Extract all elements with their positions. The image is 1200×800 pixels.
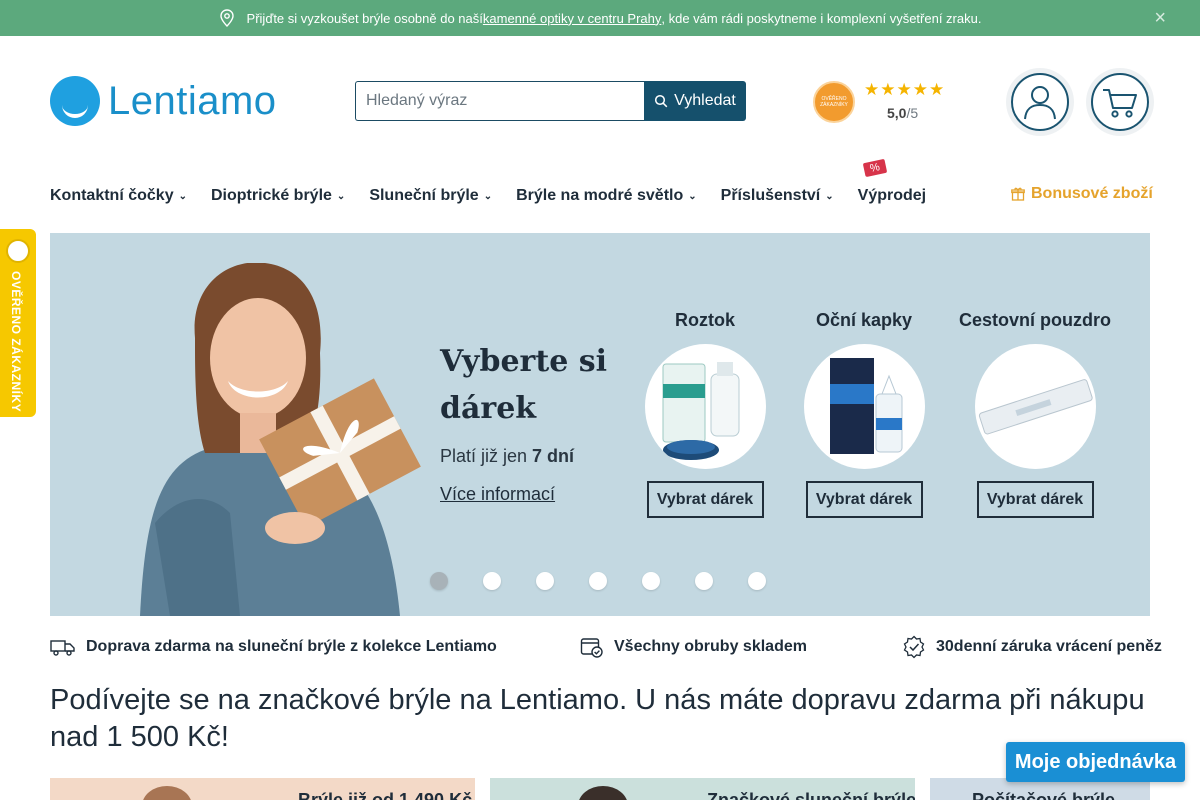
heureka-icon	[6, 239, 30, 263]
benefit-text: 30denní záruka vrácení peněz	[936, 638, 1162, 655]
hero-banner: Vyberte si dárek Platí již jen 7 dní Víc…	[50, 233, 1150, 616]
slider-dot[interactable]	[536, 572, 554, 590]
nav-item-accessories[interactable]: Příslušenství ⌄	[721, 185, 834, 207]
gift-option-solution: Roztok Vybrat dárek	[640, 310, 770, 518]
truck-icon	[50, 640, 75, 656]
slider-dot[interactable]	[642, 572, 660, 590]
nav-item-label: Sluneční brýle	[369, 187, 479, 204]
page-headline: Podívejte se na značkové brýle na Lentia…	[50, 684, 1145, 753]
chevron-down-icon: ⌄	[688, 190, 697, 202]
slider-dot[interactable]	[695, 572, 713, 590]
more-info-link[interactable]: Více informací	[440, 484, 555, 505]
info-banner-text-after: , kde vám rádi poskytneme i komplexní vy…	[661, 10, 982, 26]
chevron-down-icon: ⌄	[825, 190, 834, 202]
gift-title: Cestovní pouzdro	[959, 310, 1111, 330]
location-pin-icon	[219, 9, 234, 27]
search-button-label: Vyhledat	[674, 92, 736, 109]
category-card[interactable]: Brýle již od 1 490 Kč	[50, 778, 475, 800]
slider-dot[interactable]	[430, 572, 448, 590]
nav-item-label: Příslušenství	[720, 187, 821, 204]
rating-stars: ★★★★★	[864, 80, 946, 99]
card-title: Počítačové brýle	[972, 790, 1116, 800]
nav-item-label: Brýle na modré světlo	[516, 187, 684, 204]
heureka-badge[interactable]: OVĚŘENO ZÁKAZNÍKY	[813, 81, 855, 123]
smile-logo-icon	[50, 76, 100, 126]
my-order-button[interactable]: Moje objednávka	[1006, 742, 1185, 782]
user-icon	[1024, 86, 1056, 120]
close-icon[interactable]: ×	[1154, 8, 1166, 28]
info-banner: Přijďte si vyzkoušet brýle osobně do naš…	[0, 0, 1200, 36]
cart-icon	[1103, 89, 1137, 118]
card-title: Značkové sluneční brýle	[707, 790, 915, 800]
rating-score: 5,0	[887, 105, 907, 121]
search-input[interactable]	[355, 81, 644, 121]
nav-item-prescription-glasses[interactable]: Dioptrické brýle ⌄	[211, 185, 345, 207]
bonus-link[interactable]: Bonusové zboží	[1011, 185, 1153, 203]
gift-icon	[1011, 187, 1025, 201]
benefit-money-back: 30denní záruka vrácení peněz	[902, 635, 1162, 659]
cart-button[interactable]	[1086, 68, 1154, 136]
rating-value: 5,0/5	[887, 105, 918, 121]
travel-case-product-image	[974, 344, 1096, 469]
gift-title: Roztok	[675, 310, 735, 330]
sale-badge: %	[862, 158, 887, 178]
search-button[interactable]: Vyhledat	[644, 81, 746, 121]
main-nav: Kontaktní čočky ⌄ Dioptrické brýle ⌄ Slune…	[50, 185, 950, 207]
logo[interactable]: Lentiamo	[50, 76, 277, 126]
account-button[interactable]	[1006, 68, 1074, 136]
woman-with-gift-image	[140, 263, 421, 616]
model-photo	[578, 786, 628, 800]
slider-dot[interactable]	[483, 572, 501, 590]
hero-subtitle-days: 7 dní	[532, 446, 575, 466]
nav-item-blue-light-glasses[interactable]: Brýle na modré světlo ⌄	[516, 185, 697, 207]
nav-item-contact-lenses[interactable]: Kontaktní čočky ⌄	[50, 185, 187, 207]
hero-title: Vyberte si dárek	[440, 344, 608, 426]
slider-dot[interactable]	[589, 572, 607, 590]
nav-item-label: Kontaktní čočky	[50, 187, 174, 204]
store-link[interactable]: kamenné optiky v centru Prahy	[483, 11, 661, 26]
slider-dot[interactable]	[748, 572, 766, 590]
search-bar: Vyhledat	[355, 81, 746, 121]
chevron-down-icon: ⌄	[336, 190, 346, 202]
benefit-text: Všechny obruby skladem	[614, 638, 807, 655]
solution-product-image	[644, 344, 766, 469]
chevron-down-icon: ⌄	[483, 190, 493, 202]
hero-subtitle: Platí již jen 7 dní	[440, 446, 574, 467]
benefit-text: Doprava zdarma na sluneční brýle z kolek…	[86, 638, 497, 655]
card-title: Brýle již od 1 490 Kč	[298, 790, 473, 800]
choose-gift-button[interactable]: Vybrat dárek	[976, 481, 1094, 518]
nav-item-sale[interactable]: Výprodej	[858, 185, 926, 207]
benefit-free-shipping: Doprava zdarma na sluneční brýle z kolek…	[50, 636, 497, 658]
nav-item-sunglasses[interactable]: Sluneční brýle ⌄	[369, 185, 492, 207]
choose-gift-button[interactable]: Vybrat dárek	[646, 481, 764, 518]
verified-customers-tab[interactable]: OVĚŘENO ZÁKAZNÍKY	[0, 229, 36, 417]
gift-option-eye-drops: Oční kapky Vybrat dárek	[799, 310, 929, 518]
gift-title: Oční kapky	[815, 310, 913, 330]
verified-customers-label: OVĚŘENO ZÁKAZNÍKY	[9, 271, 23, 413]
category-card[interactable]: Značkové sluneční brýle	[490, 778, 915, 800]
eye-drops-product-image	[803, 344, 925, 469]
benefit-in-stock: Všechny obruby skladem	[580, 636, 807, 658]
logo-text: Lentiamo	[108, 78, 277, 123]
badge-check-icon	[903, 635, 925, 659]
rating-scale: /5	[906, 105, 919, 121]
search-icon	[655, 94, 668, 108]
slider-dots	[430, 572, 801, 590]
bonus-label: Bonusové zboží	[1031, 185, 1153, 202]
info-banner-text-before: Přijďte si vyzkoušet brýle osobně do naš…	[246, 10, 483, 26]
nav-item-label: Výprodej	[857, 187, 927, 204]
choose-gift-button[interactable]: Vybrat dárek	[805, 481, 923, 518]
hero-subtitle-prefix: Platí již jen	[440, 446, 533, 466]
calendar-check-icon	[580, 638, 603, 658]
chevron-down-icon: ⌄	[178, 190, 187, 202]
gift-option-travel-case: Cestovní pouzdro Vybrat dárek	[955, 310, 1115, 518]
model-photo	[142, 786, 192, 800]
nav-item-label: Dioptrické brýle	[210, 187, 332, 204]
